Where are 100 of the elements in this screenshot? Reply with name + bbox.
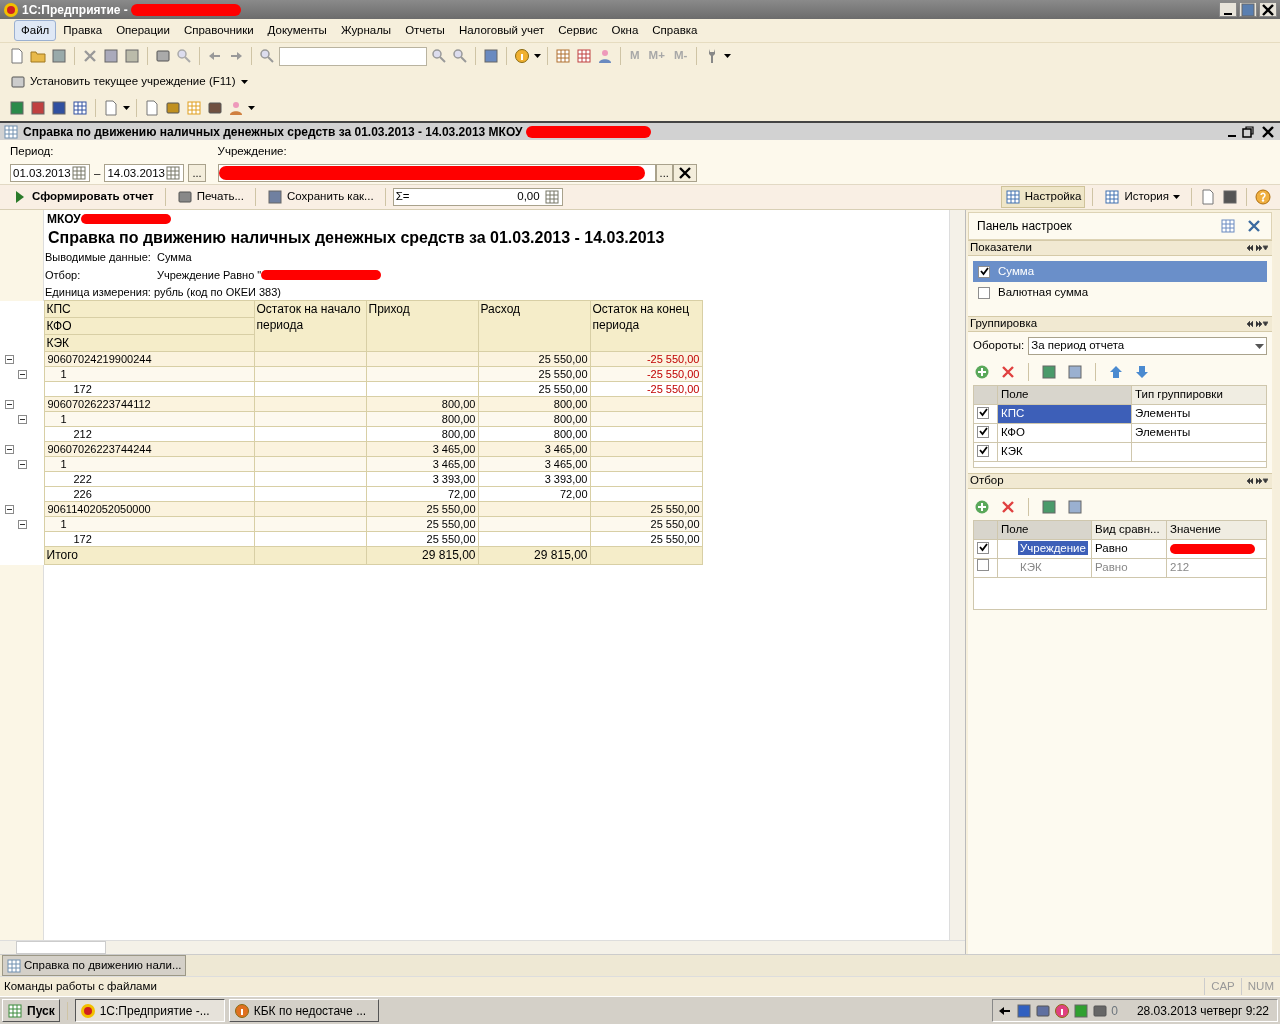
header-cell: КПС: [44, 300, 254, 318]
generate-report-button[interactable]: Сформировать отчет: [8, 186, 158, 208]
caret-icon[interactable]: [123, 106, 130, 110]
menu-item[interactable]: Сервис: [551, 19, 605, 42]
organization-label: МКОУ: [47, 211, 81, 228]
set-institution-button[interactable]: Установить текущее учреждение (F11): [8, 72, 238, 92]
menu-item[interactable]: Операции: [109, 19, 177, 42]
add-button[interactable]: [973, 363, 991, 381]
checkbox[interactable]: [977, 425, 989, 438]
save-as-button[interactable]: Сохранить как...: [263, 186, 378, 208]
collapse-toggle[interactable]: [5, 354, 14, 364]
app-logo-icon: [3, 1, 19, 18]
checkbox[interactable]: [977, 559, 989, 572]
window-tab[interactable]: Справка по движению нали...: [2, 954, 186, 977]
column-header[interactable]: Тип группировки: [1131, 385, 1267, 405]
column-header[interactable]: Поле: [997, 385, 1132, 405]
turnover-select[interactable]: За период отчета: [1028, 337, 1267, 355]
collapse-toggle[interactable]: [5, 444, 14, 454]
checkbox[interactable]: [978, 286, 990, 299]
collapse-toggle[interactable]: [18, 414, 27, 424]
minimize-icon: [1224, 12, 1232, 15]
comparison-cell: Равно: [1091, 539, 1167, 559]
grouping-type-cell: Элементы: [1131, 423, 1267, 443]
collapse-toggle[interactable]: [18, 519, 27, 529]
dropdown-arrow-icon: [1255, 343, 1264, 349]
vertical-scrollbar[interactable]: [949, 210, 965, 940]
menu-item[interactable]: Налоговый учет: [451, 19, 552, 42]
field-cell[interactable]: КЭК: [997, 442, 1132, 462]
checkbox[interactable]: [977, 444, 989, 457]
clear-button[interactable]: [672, 164, 697, 183]
section-controls-icon[interactable]: [1246, 477, 1268, 485]
column-header[interactable]: Значение: [1166, 520, 1267, 540]
comparison-cell: Равно: [1091, 558, 1167, 578]
checkbox[interactable]: [977, 406, 989, 419]
indicator-item[interactable]: Валютная сумма: [973, 282, 1267, 304]
start-button[interactable]: Пуск: [2, 999, 60, 1022]
menu-item[interactable]: Документы: [260, 19, 334, 42]
menu-item[interactable]: Файл: [14, 19, 57, 42]
sum-field[interactable]: Σ= 0,00: [392, 188, 563, 206]
help-icon: [1255, 189, 1271, 205]
search-combo-field[interactable]: [279, 46, 427, 66]
search-button[interactable]: [258, 47, 276, 65]
dropdown-caret-icon[interactable]: [1173, 195, 1180, 199]
settings-button[interactable]: Настройка: [1000, 186, 1086, 208]
move-up-icon: [1108, 364, 1124, 380]
calculator-icon: [543, 189, 560, 205]
menu-item[interactable]: Окна: [604, 19, 646, 42]
checkbox[interactable]: [978, 265, 990, 278]
value-cell: 212: [1166, 558, 1267, 578]
field-cell[interactable]: КФО: [997, 423, 1132, 443]
new-document-button[interactable]: [8, 47, 26, 65]
delete-icon: [1000, 499, 1016, 515]
info-button[interactable]: [513, 47, 531, 65]
find-next-button[interactable]: [430, 47, 448, 65]
history-button[interactable]: История: [1100, 186, 1184, 208]
window-title: 1С:Предприятие -: [22, 1, 128, 19]
checkbox[interactable]: [977, 541, 989, 554]
date-to-field[interactable]: 14.03.2013: [104, 164, 185, 183]
minimize-button[interactable]: [1219, 2, 1237, 17]
close-button[interactable]: [1259, 2, 1277, 17]
menu-item[interactable]: Правка: [56, 19, 110, 42]
section-controls-icon[interactable]: [1246, 244, 1268, 252]
close-icon: [1246, 218, 1262, 234]
clock: 28.03.2013 четверг 9:22: [1136, 1002, 1269, 1020]
calendar-button[interactable]: [575, 47, 593, 65]
print-button[interactable]: Печать...: [172, 186, 248, 208]
section-title: Отбор: [970, 473, 1004, 489]
period-label: Период:: [10, 144, 55, 159]
collapse-toggle[interactable]: [18, 369, 27, 379]
collapse-toggle[interactable]: [5, 504, 14, 514]
caret-icon[interactable]: [534, 54, 541, 58]
panel-title: Панель настроек: [977, 218, 1072, 235]
date-from-field[interactable]: 01.03.2013: [10, 164, 90, 183]
section-controls-icon[interactable]: [1246, 320, 1268, 328]
close-icon: [1260, 123, 1276, 140]
menu-item[interactable]: Журналы: [333, 19, 399, 42]
caret-icon[interactable]: [724, 54, 732, 58]
find-previous-button[interactable]: [451, 47, 469, 65]
collapse-toggle[interactable]: [18, 459, 27, 469]
menu-item[interactable]: Отчеты: [398, 19, 452, 42]
menu-item[interactable]: Справка: [645, 19, 705, 42]
menu-item[interactable]: Справочники: [176, 19, 261, 42]
caret-icon[interactable]: [240, 80, 248, 84]
app-logo-icon: [79, 1002, 96, 1019]
help-button[interactable]: [1254, 188, 1272, 206]
users-button[interactable]: [596, 47, 614, 65]
taskbar-button[interactable]: КБК по недостаче ...: [228, 999, 379, 1022]
add-button[interactable]: [973, 498, 991, 516]
info-icon: [514, 48, 530, 64]
keyboard-indicator: NUM: [1240, 977, 1280, 996]
calculator-button[interactable]: [554, 47, 572, 65]
horizontal-scrollbar[interactable]: [0, 940, 965, 954]
column-header[interactable]: Вид сравн...: [1091, 520, 1167, 540]
caret-icon[interactable]: [248, 106, 255, 110]
calculator-icon: [555, 48, 571, 64]
taskbar-button[interactable]: 1С:Предприятие -...: [74, 999, 225, 1022]
period-select-button[interactable]: ...: [188, 164, 206, 183]
column-header[interactable]: Поле: [997, 520, 1092, 540]
collapse-toggle[interactable]: [5, 399, 14, 409]
field-cell[interactable]: Учреждение: [1018, 541, 1088, 556]
